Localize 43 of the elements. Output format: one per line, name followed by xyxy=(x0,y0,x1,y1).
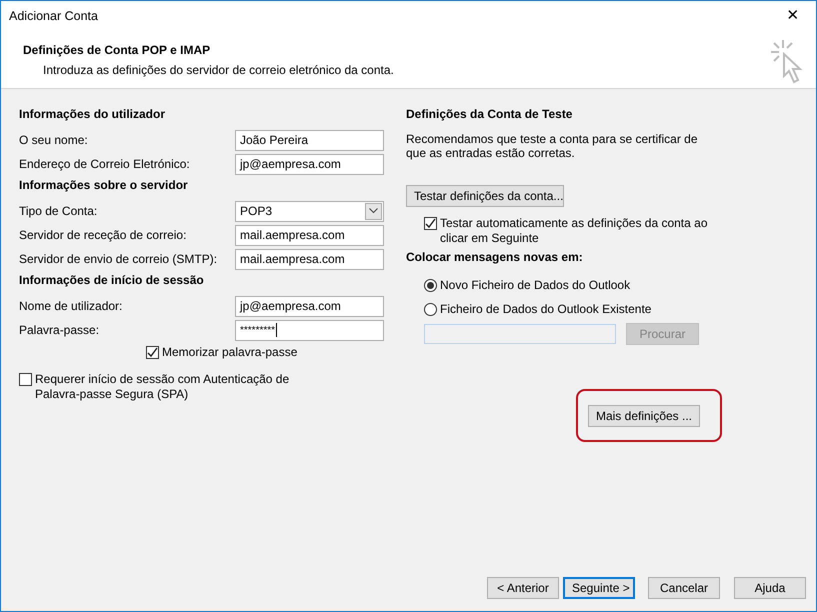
checkbox-label[interactable]: Requerer início de sessão com Autenticação de Palavra-passe Segura (SPA) xyxy=(35,372,295,402)
field-label: Servidor de envio de correio (SMTP): xyxy=(19,251,218,268)
dialog-button[interactable]: Seguinte > xyxy=(563,577,635,599)
section-heading: Informações do utilizador xyxy=(19,107,166,122)
close-button[interactable]: ✕ xyxy=(770,1,816,31)
text-cursor xyxy=(276,323,278,337)
input-field[interactable]: jp@aempresa.com xyxy=(235,296,384,316)
checkbox-label[interactable]: Testar automaticamente as definições da conta ao clicar em Seguinte xyxy=(440,216,730,246)
checkbox[interactable] xyxy=(424,217,437,230)
window-title: Adicionar Conta xyxy=(9,8,98,25)
input-field[interactable]: jp@aempresa.com xyxy=(235,154,384,174)
account-type-dropdown[interactable]: POP3 xyxy=(235,200,384,222)
field-label: Palavra-passe: xyxy=(19,322,100,339)
chevron-down-icon xyxy=(365,202,382,220)
radio-label[interactable]: Ficheiro de Dados do Outlook Existente xyxy=(440,300,652,318)
checkbox[interactable] xyxy=(146,346,159,359)
page-title: Definições de Conta POP e IMAP xyxy=(23,42,212,59)
more-settings-button[interactable]: Mais definições ... xyxy=(588,405,700,427)
field-label: Nome de utilizador: xyxy=(19,298,122,315)
dialog-button[interactable]: Cancelar xyxy=(648,577,720,599)
section-heading: Informações sobre o servidor xyxy=(19,178,189,193)
field-label: Servidor de receção de correio: xyxy=(19,227,186,244)
section-heading: Informações de início de sessão xyxy=(19,273,205,288)
radio-button[interactable] xyxy=(424,302,437,316)
field-label: Endereço de Correio Eletrónico: xyxy=(19,156,190,173)
cursor-sparkle-icon xyxy=(768,38,804,86)
field-label: O seu nome: xyxy=(19,132,88,149)
input-field[interactable]: mail.aempresa.com xyxy=(235,224,384,246)
password-field[interactable]: ********* xyxy=(235,320,384,340)
test-settings-button[interactable]: Testar definições da conta... xyxy=(406,185,564,207)
section-heading: Colocar mensagens novas em: xyxy=(406,250,584,265)
radio-label[interactable]: Novo Ficheiro de Dados do Outlook xyxy=(440,276,630,294)
dialog-button[interactable]: < Anterior xyxy=(487,577,559,599)
radio-button[interactable] xyxy=(424,278,437,292)
dialog-button[interactable]: Ajuda xyxy=(734,577,806,599)
input-field[interactable]: João Pereira xyxy=(235,130,384,150)
field-label: Tipo de Conta: xyxy=(19,203,98,220)
checkbox-label[interactable]: Memorizar palavra-passe xyxy=(162,345,298,360)
input-field[interactable]: mail.aempresa.com xyxy=(235,248,384,270)
checkbox[interactable] xyxy=(19,373,32,386)
description-text: Recomendamos que teste a conta para se certificar de que as entradas estão corretas. xyxy=(406,132,698,160)
page-subtitle: Introduza as definições do servidor de correio eletrónico da conta. xyxy=(42,62,394,79)
section-heading: Definições da Conta de Teste xyxy=(406,107,574,122)
